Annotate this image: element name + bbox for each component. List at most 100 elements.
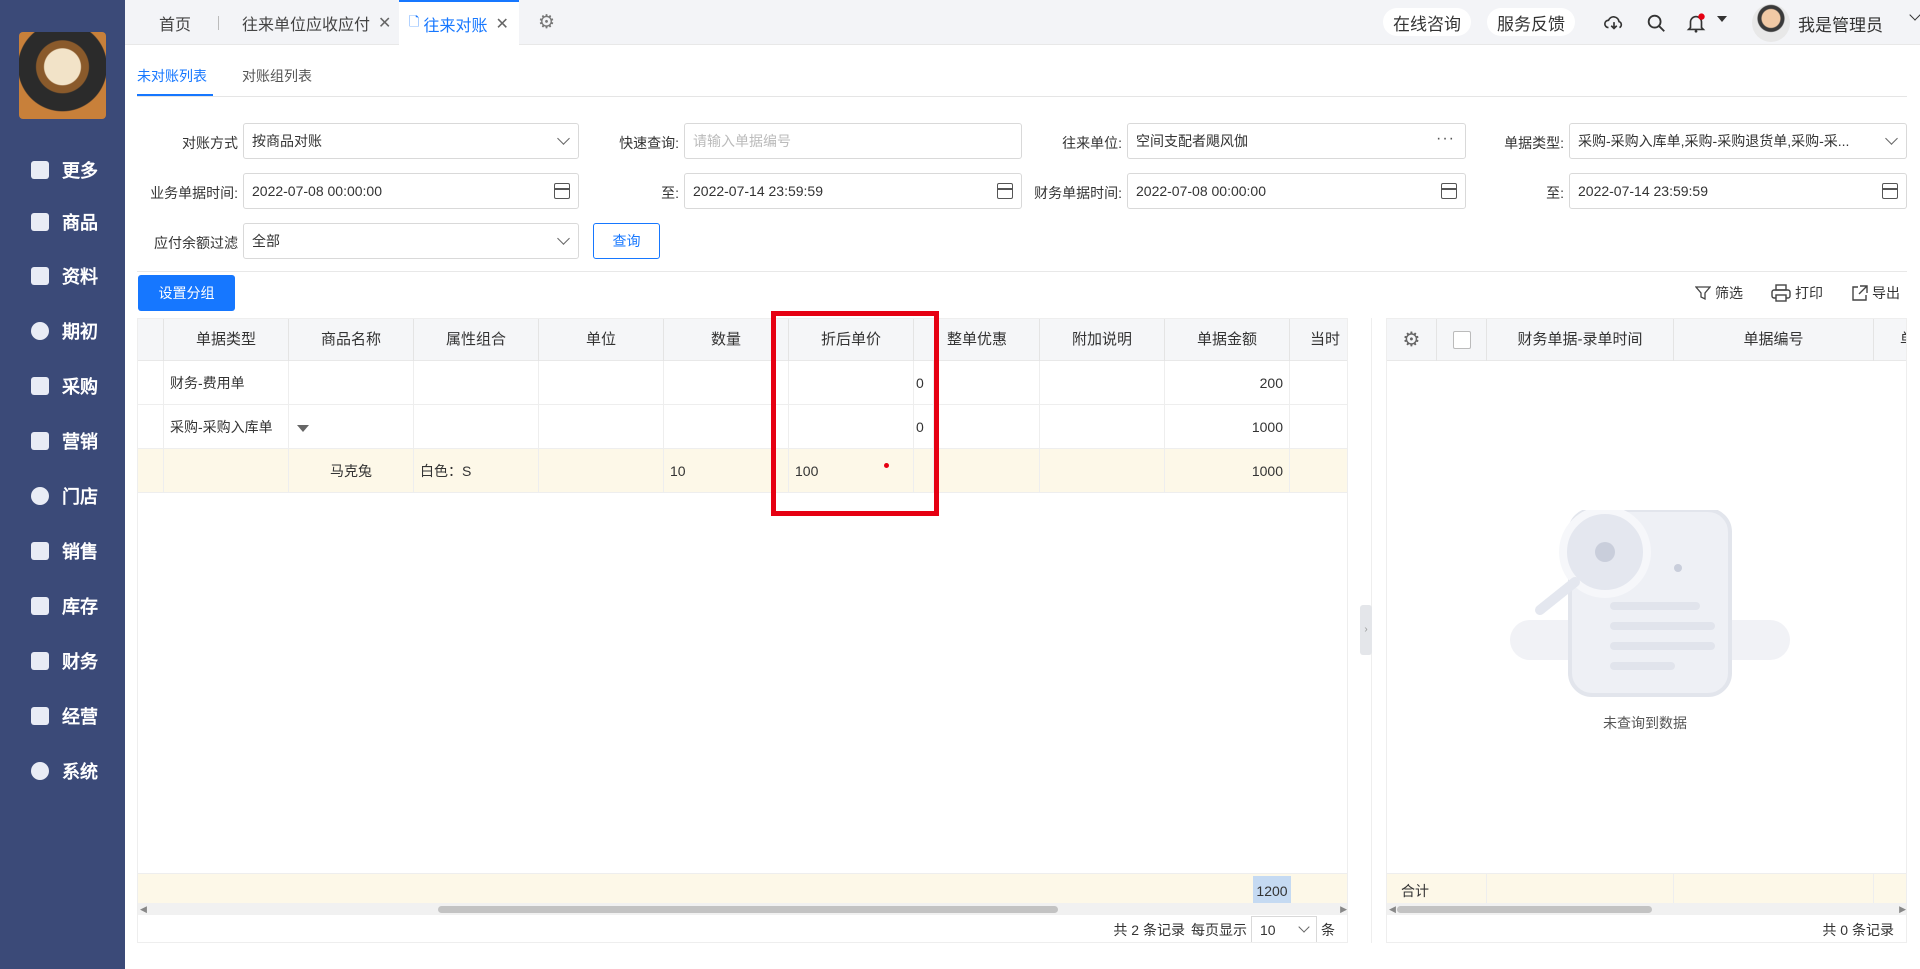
table-header-index [138,319,164,361]
fin-time-to-input[interactable]: 2022-07-14 23:59:59 [1569,173,1907,209]
tab-receivables[interactable]: 往来单位应收应付 ✕ [242,0,391,45]
table-header-cell[interactable]: 单 [1874,319,1906,361]
column-settings[interactable]: ⚙ [1387,319,1437,361]
fin-time-from-input[interactable]: 2022-07-08 00:00:00 [1127,173,1466,209]
feedback-button[interactable]: 服务反馈 [1487,8,1575,36]
chevron-down-icon [557,132,570,145]
table-header-cell[interactable]: 单位 [539,319,664,361]
bell-icon[interactable] [1685,12,1707,34]
table-row[interactable]: 采购-采购入库单 0 1000 [138,405,1347,449]
export-button[interactable]: 导出 [1851,283,1900,303]
partner-input[interactable]: 空间支配者飓风伽 ··· [1127,123,1466,159]
tab-label: 首页 [159,16,192,34]
cell-goods-name [289,405,414,449]
filter-button[interactable]: 筛选 [1695,283,1743,303]
sidebar-item-finance[interactable]: 财务 [0,641,125,681]
table-header-cell[interactable]: 财务单据-录单时间 [1487,319,1674,361]
table-header-cell[interactable]: 单据编号 [1674,319,1874,361]
table-header-cell[interactable]: 数量 [664,319,789,361]
mode-select[interactable]: 按商品对账 [243,123,579,159]
subtab-unreconciled[interactable]: 未对账列表 [137,66,207,86]
cell-doc-type: 采购-采购入库单 [164,405,289,449]
chevron-down-icon [1885,132,1898,145]
balance-filter-select[interactable]: 全部 [243,223,579,259]
sidebar-item-goods[interactable]: 商品 [0,202,125,242]
cell-attr: 白色：S [414,449,539,493]
document-icon: 🗋 [409,13,420,29]
cell-current [1290,405,1347,449]
sidebar-item-inventory[interactable]: 库存 [0,586,125,626]
set-group-button[interactable]: 设置分组 [138,275,235,311]
query-button[interactable]: 查询 [593,223,660,259]
table-header-cell[interactable]: 单据金额 [1165,319,1290,361]
subtab-groups[interactable]: 对账组列表 [242,66,312,86]
quick-search-input[interactable]: 请输入单据编号 [684,123,1022,159]
collapse-handle[interactable]: › [1360,605,1372,655]
scroll-right-icon[interactable]: ▶ [1899,904,1906,915]
sidebar-item-data[interactable]: 资料 [0,256,125,296]
scrollbar-thumb[interactable] [438,906,1058,913]
table-row[interactable]: 财务-费用单 0 200 [138,361,1347,405]
total-records: 共 0 条记录 [1822,922,1894,938]
sidebar-item-purchase[interactable]: 采购 [0,366,125,406]
sidebar-item-more[interactable]: 更多 [0,150,125,190]
close-icon[interactable]: ✕ [495,14,508,34]
sidebar-item-opening[interactable]: 期初 [0,311,125,351]
table-header-cell[interactable]: 整单优惠 [914,319,1040,361]
scroll-left-icon[interactable]: ◀ [140,904,147,915]
close-icon[interactable]: ✕ [378,13,391,33]
more-icon[interactable]: ··· [1436,130,1455,148]
cell-price[interactable]: 100 [789,449,914,493]
search-icon[interactable] [1645,12,1667,34]
cloud-download-icon[interactable] [1603,12,1625,34]
table-header-cell[interactable]: 商品名称 [289,319,414,361]
horizontal-scrollbar[interactable]: ◀ ▶ [1387,903,1906,915]
scroll-left-icon[interactable]: ◀ [1389,904,1396,915]
scroll-right-icon[interactable]: ▶ [1340,904,1347,915]
sidebar-item-label: 销售 [62,542,98,562]
print-button[interactable]: 打印 [1771,283,1823,303]
avatar[interactable] [1752,4,1790,42]
biz-time-to-input[interactable]: 2022-07-14 23:59:59 [684,173,1022,209]
cell-qty[interactable]: 10 [664,449,789,493]
purchase-icon [31,377,49,395]
gear-icon[interactable]: ⚙ [1403,329,1421,351]
table-header-cell[interactable]: 当时 [1290,319,1347,361]
table-header-cell[interactable]: 单据类型 [164,319,289,361]
caret-down-icon[interactable] [1717,16,1727,22]
sidebar-item-label: 财务 [62,652,98,672]
cell-discount [934,405,1040,449]
cell-current [1290,449,1347,493]
cell-price-extra: 0 [914,361,934,405]
sidebar-item-store[interactable]: 门店 [0,476,125,516]
select-all-checkbox[interactable] [1453,331,1471,349]
horizontal-scrollbar[interactable]: ◀ ▶ [138,903,1347,915]
sidebar-item-operations[interactable]: 经营 [0,696,125,736]
page-size-select[interactable]: 10 [1251,916,1317,942]
cell-price-extra [914,449,934,493]
table-header-cell[interactable]: 属性组合 [414,319,539,361]
sidebar-item-label: 营销 [62,432,98,452]
table-row[interactable]: 马克兔 白色：S 10 100 1000 [138,449,1347,493]
expand-caret-icon[interactable] [297,425,309,432]
sidebar-item-sales[interactable]: 销售 [0,531,125,571]
top-bar: 首页 往来单位应收应付 ✕ 🗋 往来对账 ✕ ⚙ 在线咨询 服务反馈 我是管理员 [125,0,1920,45]
target-icon [31,322,49,340]
tab-reconciliation[interactable]: 🗋 往来对账 ✕ [399,0,519,45]
tab-home[interactable]: 首页 [159,0,191,45]
scrollbar-thumb[interactable] [1397,906,1652,913]
tab-settings-gear-icon[interactable]: ⚙ [538,12,560,34]
table-header-cell[interactable]: 附加说明 [1040,319,1165,361]
row-index [138,361,164,405]
tab-separator [218,16,219,30]
cell-doc-type: 财务-费用单 [164,361,289,405]
biz-time-from-input[interactable]: 2022-07-08 00:00:00 [243,173,579,209]
online-consult-button[interactable]: 在线咨询 [1383,8,1471,36]
sidebar-item-system[interactable]: 系统 [0,751,125,791]
tab-label: 往来单位应收应付 [242,16,371,34]
sidebar-item-marketing[interactable]: 营销 [0,421,125,461]
user-name[interactable]: 我是管理员 [1798,11,1883,36]
doctype-select[interactable]: 采购-采购入库单,采购-采购退货单,采购-采... [1569,123,1907,159]
chevron-down-icon[interactable] [1909,9,1920,21]
table-header-cell[interactable]: 折后单价 [789,319,914,361]
